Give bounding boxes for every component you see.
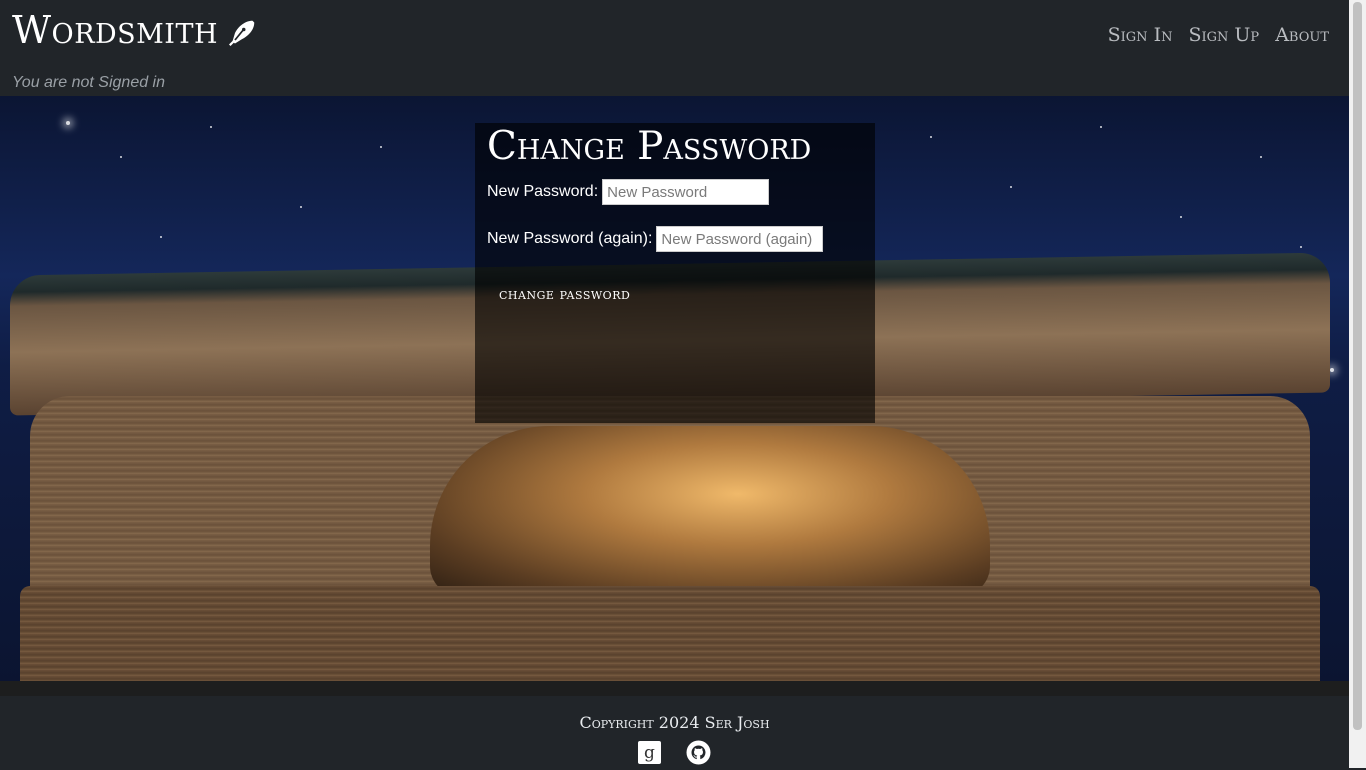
scrollbar-thumb[interactable] (1353, 2, 1362, 730)
top-navbar: Wordsmith Sign In Sign Up About You are … (0, 0, 1349, 96)
github-icon[interactable] (686, 740, 711, 765)
new-password-again-input[interactable] (656, 226, 824, 252)
signin-status: You are not Signed in (12, 74, 166, 91)
nav-links: Sign In Sign Up About (1108, 22, 1329, 48)
new-password-again-row: New Password (again): (487, 226, 824, 252)
change-password-panel: Change Password New Password: New Passwo… (475, 123, 875, 423)
social-links: g (637, 740, 711, 765)
nav-about[interactable]: About (1275, 22, 1329, 48)
fountain-pen-icon (229, 20, 255, 47)
copyright-text: Copyright 2024 Ser Josh (579, 713, 770, 732)
nav-sign-up[interactable]: Sign Up (1188, 22, 1259, 48)
change-password-button[interactable]: change password (489, 281, 640, 307)
new-password-row: New Password: (487, 179, 770, 205)
page-scrollbar[interactable] (1349, 0, 1366, 768)
new-password-label: New Password: (487, 183, 599, 200)
goodreads-icon[interactable]: g (637, 740, 662, 765)
nav-sign-in[interactable]: Sign In (1108, 22, 1173, 48)
book-pages-bottom (20, 586, 1320, 696)
brand-title: Wordsmith (12, 8, 219, 52)
book-cover-bottom (0, 681, 1349, 696)
new-password-again-label: New Password (again): (487, 230, 653, 247)
svg-text:g: g (644, 743, 655, 763)
brand-link[interactable]: Wordsmith (12, 6, 256, 54)
footer: Copyright 2024 Ser Josh g (0, 696, 1349, 768)
page-title: Change Password (487, 124, 812, 169)
book-inner-glow (430, 426, 990, 596)
new-password-input[interactable] (602, 179, 770, 205)
